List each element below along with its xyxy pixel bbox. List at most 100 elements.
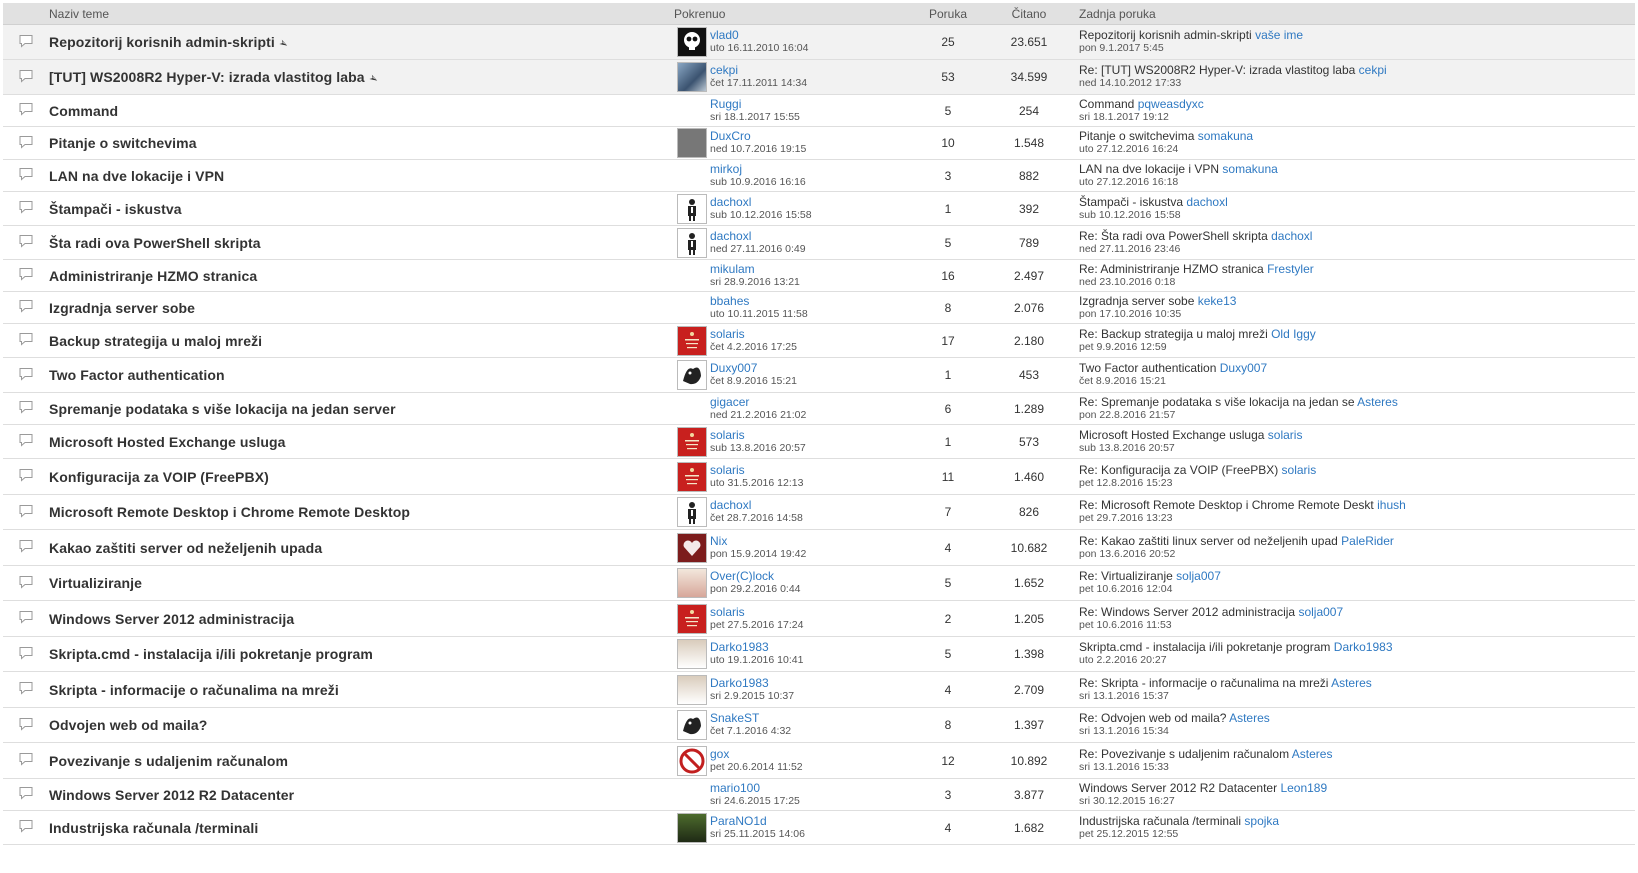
last-post-subject[interactable]: Two Factor authentication Duxy007	[1079, 362, 1635, 375]
last-post-username-link[interactable]: spojka	[1244, 814, 1279, 828]
topic-title-link[interactable]: Povezivanje s udaljenim računalom	[49, 753, 288, 769]
starter-username-link[interactable]: solaris	[710, 327, 910, 341]
last-post-subject[interactable]: Re: Skripta - informacije o računalima n…	[1079, 676, 1635, 690]
last-post-username-link[interactable]: Old Iggy	[1271, 327, 1316, 341]
last-post-subject[interactable]: Re: Odvojen web od maila? Asteres	[1079, 712, 1635, 725]
last-post-title[interactable]: LAN na dve lokacije i VPN	[1079, 162, 1219, 176]
last-post-title[interactable]: Re: Microsoft Remote Desktop i Chrome Re…	[1079, 498, 1374, 512]
header-replies[interactable]: Poruka	[910, 3, 986, 25]
topic-row[interactable]: Industrijska računala /terminali ParaNO1d…	[3, 810, 1635, 845]
starter-username-link[interactable]: bbahes	[710, 294, 910, 308]
last-post-title[interactable]: Re: Šta radi ova PowerShell skripta	[1079, 229, 1268, 243]
topic-title-link[interactable]: Windows Server 2012 R2 Datacenter	[49, 787, 294, 803]
topic-title-link[interactable]: Skripta - informacije o računalima na mr…	[49, 682, 339, 698]
last-post-username-link[interactable]: Darko1983	[1334, 640, 1393, 654]
topic-title-link[interactable]: Pitanje o switchevima	[49, 135, 197, 151]
topic-title-link[interactable]: Skripta.cmd - instalacija i/ili pokretan…	[49, 646, 373, 662]
topic-row[interactable]: Skripta.cmd - instalacija i/ili pokretan…	[3, 636, 1635, 672]
user-avatar[interactable]	[677, 128, 707, 158]
user-avatar[interactable]	[677, 568, 707, 598]
last-post-username-link[interactable]: Leon189	[1280, 781, 1327, 795]
starter-username-link[interactable]: dachoxl	[710, 229, 910, 243]
starter-username-link[interactable]: Over(C)lock	[710, 570, 910, 583]
last-post-title[interactable]: Re: Kakao zaštiti linux server od neželj…	[1079, 534, 1338, 548]
last-post-subject[interactable]: Re: Konfiguracija za VOIP (FreePBX) sola…	[1079, 463, 1635, 477]
last-post-username-link[interactable]: solaris	[1268, 428, 1303, 442]
last-post-title[interactable]: Pitanje o switchevima	[1079, 129, 1194, 143]
starter-username-link[interactable]: Ruggi	[710, 97, 910, 111]
topic-row[interactable]: Skripta - informacije o računalima na mr…	[3, 671, 1635, 708]
last-post-username-link[interactable]: dachoxl	[1271, 229, 1312, 243]
topic-row[interactable]: Šta radi ova PowerShell skripta dachoxl ne…	[3, 225, 1635, 260]
topic-row[interactable]: Administriranje HZMO stranica mikulam sri …	[3, 259, 1635, 292]
last-post-subject[interactable]: Re: Backup strategija u maloj mreži Old …	[1079, 327, 1635, 341]
user-avatar[interactable]	[677, 360, 707, 390]
topic-row[interactable]: Izgradnja server sobe bbahes uto 10.11.201…	[3, 291, 1635, 324]
topic-title-link[interactable]: Spremanje podataka s više lokacija na je…	[49, 401, 396, 417]
last-post-subject[interactable]: Re: Povezivanje s udaljenim računalom As…	[1079, 747, 1635, 761]
last-post-subject[interactable]: Re: Windows Server 2012 administracija s…	[1079, 605, 1635, 619]
starter-username-link[interactable]: solaris	[710, 463, 910, 477]
user-avatar[interactable]	[677, 710, 707, 740]
topic-row[interactable]: Windows Server 2012 administracija solari…	[3, 600, 1635, 637]
topic-title-link[interactable]: Izgradnja server sobe	[49, 300, 195, 316]
user-avatar[interactable]	[677, 812, 707, 843]
topic-row[interactable]: Štampači - iskustva dachoxl sub 10.12.2016…	[3, 191, 1635, 226]
last-post-subject[interactable]: Re: Microsoft Remote Desktop i Chrome Re…	[1079, 499, 1635, 512]
last-post-username-link[interactable]: Asteres	[1229, 711, 1270, 725]
user-avatar[interactable]	[677, 674, 707, 705]
starter-username-link[interactable]: ParaNO1d	[710, 814, 910, 828]
user-avatar[interactable]	[677, 27, 707, 57]
header-topic[interactable]: Naziv teme	[49, 3, 674, 25]
last-post-title[interactable]: Industrijska računala /terminali	[1079, 814, 1241, 828]
topic-title-link[interactable]: Repozitorij korisnih admin-skripti	[49, 34, 275, 50]
topic-row[interactable]: Windows Server 2012 R2 Datacenter mario10…	[3, 778, 1635, 811]
starter-username-link[interactable]: Darko1983	[710, 676, 910, 690]
last-post-username-link[interactable]: solja007	[1298, 605, 1343, 619]
user-avatar[interactable]	[677, 497, 707, 527]
topic-title-link[interactable]: Two Factor authentication	[49, 367, 225, 383]
topic-title-link[interactable]: LAN na dve lokacije i VPN	[49, 168, 224, 184]
starter-username-link[interactable]: SnakeST	[710, 712, 910, 725]
last-post-username-link[interactable]: PaleRider	[1341, 534, 1394, 548]
topic-title-link[interactable]: Štampači - iskustva	[49, 201, 182, 217]
last-post-title[interactable]: Command	[1079, 97, 1134, 111]
last-post-subject[interactable]: Microsoft Hosted Exchange usluga solaris	[1079, 428, 1635, 442]
header-starter[interactable]: Pokrenuo	[674, 3, 910, 25]
user-avatar[interactable]	[677, 325, 707, 356]
topic-row[interactable]: Virtualiziranje Over(C)lock pon 29.2.2016 …	[3, 565, 1635, 601]
last-post-subject[interactable]: Industrijska računala /terminali spojka	[1079, 814, 1635, 828]
starter-username-link[interactable]: gox	[710, 747, 910, 761]
topic-title-link[interactable]: Microsoft Remote Desktop i Chrome Remote…	[49, 504, 410, 520]
starter-username-link[interactable]: Darko1983	[710, 641, 910, 654]
topic-title-link[interactable]: Kakao zaštiti server od neželjenih upada	[49, 540, 322, 556]
user-avatar[interactable]	[677, 426, 707, 457]
topic-title-link[interactable]: Odvojen web od maila?	[49, 717, 207, 733]
starter-username-link[interactable]: dachoxl	[710, 499, 910, 512]
topic-row[interactable]: Spremanje podataka s više lokacija na je…	[3, 392, 1635, 425]
last-post-title[interactable]: Re: Konfiguracija za VOIP (FreePBX)	[1079, 463, 1278, 477]
last-post-subject[interactable]: Command pqweasdyxc	[1079, 97, 1635, 111]
topic-row[interactable]: [TUT] WS2008R2 Hyper-V: izrada vlastitog…	[3, 59, 1635, 95]
user-avatar[interactable]	[677, 193, 707, 224]
starter-username-link[interactable]: mikulam	[710, 262, 910, 276]
topic-row[interactable]: Povezivanje s udaljenim računalom gox pet …	[3, 742, 1635, 779]
last-post-subject[interactable]: Repozitorij korisnih admin-skripti vaše …	[1079, 29, 1635, 42]
last-post-title[interactable]: Re: Administriranje HZMO stranica	[1079, 262, 1264, 276]
starter-username-link[interactable]: gigacer	[710, 395, 910, 409]
last-post-title[interactable]: Re: Skripta - informacije o računalima n…	[1079, 676, 1328, 690]
last-post-subject[interactable]: LAN na dve lokacije i VPN somakuna	[1079, 162, 1635, 176]
last-post-title[interactable]: Re: Virtualiziranje	[1079, 569, 1173, 583]
starter-username-link[interactable]: vlad0	[710, 29, 910, 42]
starter-username-link[interactable]: Nix	[710, 534, 910, 548]
last-post-subject[interactable]: Skripta.cmd - instalacija i/ili pokretan…	[1079, 641, 1635, 654]
topic-row[interactable]: Odvojen web od maila? SnakeST čet 7.1.2016…	[3, 707, 1635, 743]
user-avatar[interactable]	[677, 532, 707, 563]
last-post-subject[interactable]: Re: Šta radi ova PowerShell skripta dach…	[1079, 229, 1635, 243]
last-post-username-link[interactable]: Asteres	[1292, 747, 1333, 761]
starter-username-link[interactable]: solaris	[710, 605, 910, 619]
user-avatar[interactable]	[677, 62, 707, 92]
topic-row[interactable]: Kakao zaštiti server od neželjenih upada…	[3, 529, 1635, 566]
topic-title-link[interactable]: Microsoft Hosted Exchange usluga	[49, 434, 286, 450]
last-post-username-link[interactable]: keke13	[1198, 294, 1237, 308]
